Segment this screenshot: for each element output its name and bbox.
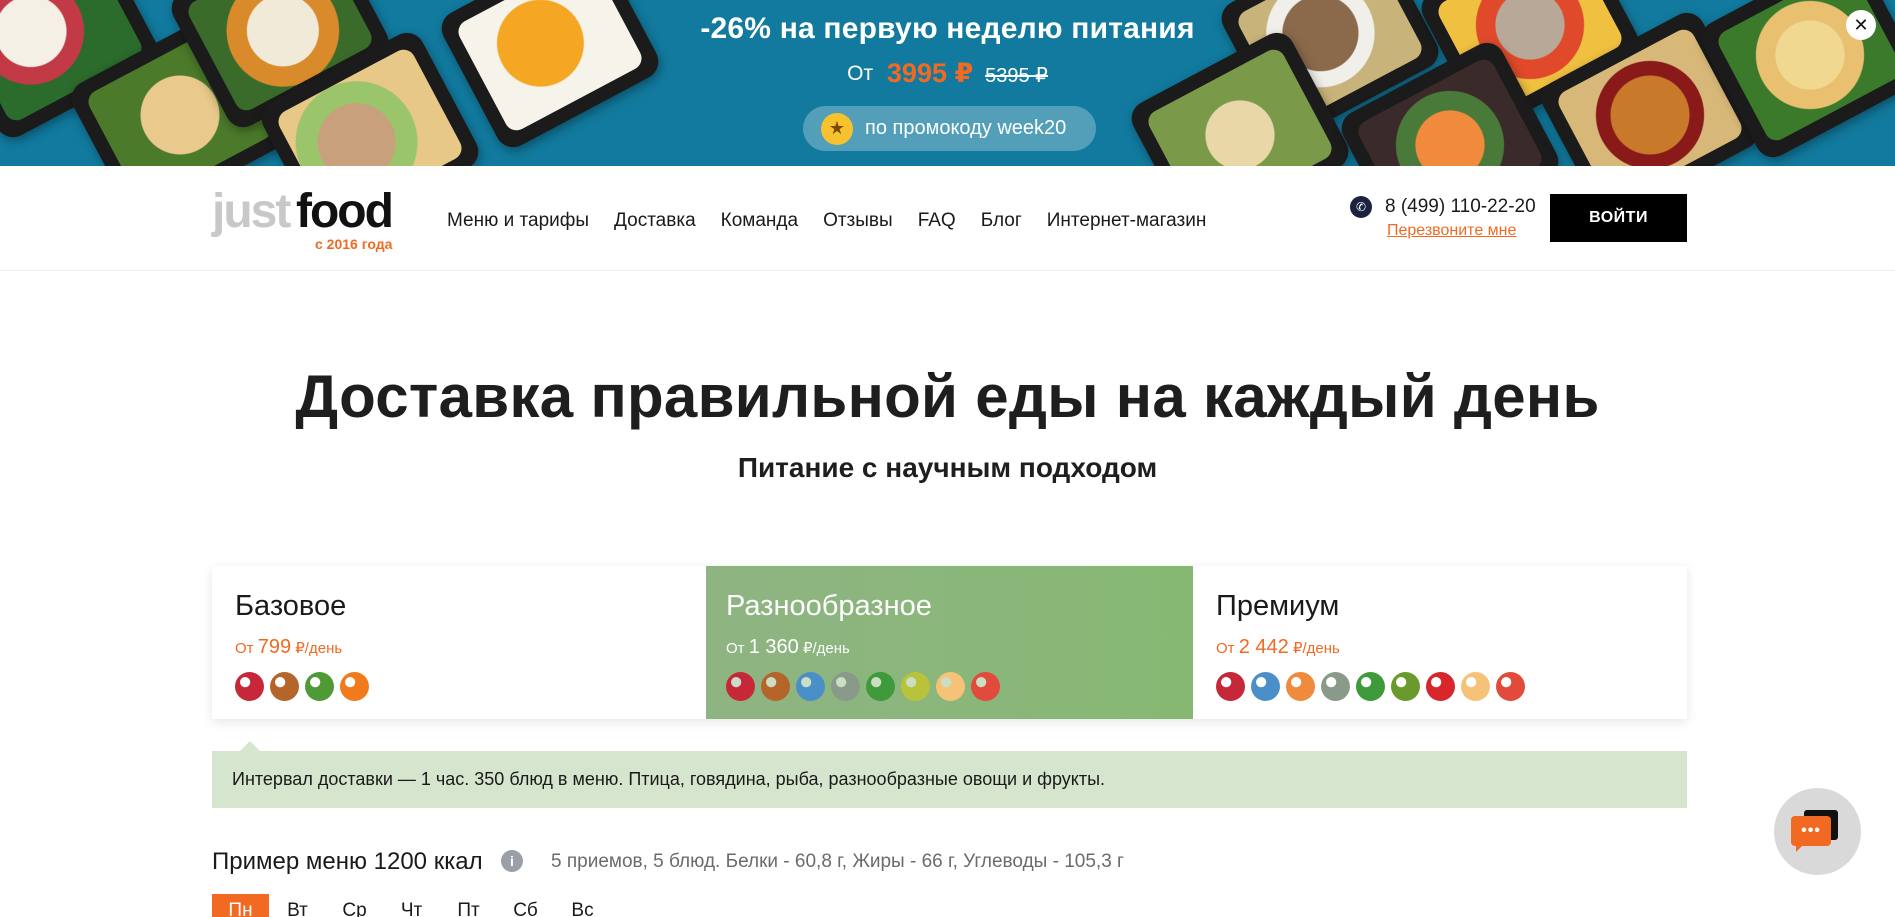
star-eyes-emoji-icon: ★: [821, 112, 853, 145]
justfood-logo[interactable]: just food с 2016 года: [212, 185, 402, 252]
tariff-name: Разнообразное: [726, 590, 932, 622]
tariff-price-prefix: От: [726, 640, 745, 657]
cake-icon: [936, 672, 965, 701]
strawberry-icon: [1426, 672, 1455, 701]
tariff-food-icons: [1216, 672, 1525, 701]
fish-icon: [1251, 672, 1280, 701]
chat-bubble-tail: [1796, 844, 1804, 852]
salad-icon: [866, 672, 895, 701]
banner-price: От 3995 ₽ 5395 ₽: [0, 58, 1895, 89]
tariff-price-amount: 1 360: [748, 636, 799, 658]
pear-icon: [901, 672, 930, 701]
nav-blog[interactable]: Блог: [981, 210, 1022, 232]
tariff-price-amount: 2 442: [1238, 636, 1289, 658]
callback-link[interactable]: Перезвоните мне: [1387, 222, 1516, 240]
chicken-leg-icon: [761, 672, 790, 701]
logo-food: food: [296, 185, 394, 238]
banner-title: -26% на первую неделю питания: [700, 12, 1195, 45]
tariff-price-unit: ₽/день: [1292, 640, 1340, 657]
logo-just: just: [212, 185, 291, 238]
site-header: just food с 2016 года Меню и тарифы Дост…: [0, 166, 1895, 271]
tariff-price: От 1 360 ₽/день: [726, 636, 850, 659]
chat-widget-button[interactable]: •••: [1774, 788, 1861, 875]
close-icon[interactable]: ✕: [1846, 10, 1876, 40]
salad-icon: [1356, 672, 1385, 701]
tariff-price: От 799 ₽/день: [235, 636, 342, 659]
tariff-food-icons: [235, 672, 369, 701]
tariff-pointer-arrow: [240, 741, 260, 751]
login-button[interactable]: ВОЙТИ: [1550, 194, 1687, 242]
fish-icon: [796, 672, 825, 701]
carrot-icon: [340, 672, 369, 701]
soup-icon: [831, 672, 860, 701]
avocado-icon: [1391, 672, 1420, 701]
tariff-name: Базовое: [235, 590, 347, 622]
tab-day-wed[interactable]: Ср: [326, 894, 383, 917]
soup-icon: [1321, 672, 1350, 701]
tariff-food-icons: [726, 672, 1000, 701]
nav-team[interactable]: Команда: [721, 210, 798, 232]
tariff-price-prefix: От: [1216, 640, 1235, 657]
meat-icon: [235, 672, 264, 701]
tariff-card-premium[interactable]: Премиум От 2 442 ₽/день: [1193, 566, 1687, 719]
page-subtitle: Питание с научным подходом: [737, 452, 1158, 483]
shrimp-icon: [1286, 672, 1315, 701]
tariff-price: От 2 442 ₽/день: [1216, 636, 1340, 659]
promo-code-text: по промокоду week20: [865, 117, 1067, 139]
tab-day-sat[interactable]: Сб: [497, 894, 554, 917]
meat-icon: [1216, 672, 1245, 701]
page-title: Доставка правильной еды на каждый день: [295, 363, 1600, 430]
cucumber-icon: [305, 672, 334, 701]
drink-icon: [1496, 672, 1525, 701]
tariff-name: Премиум: [1216, 590, 1340, 622]
tariff-price-unit: ₽/день: [802, 640, 850, 657]
tab-day-tue[interactable]: Вт: [269, 894, 326, 917]
phone-number[interactable]: 8 (499) 110-22-20: [1385, 196, 1536, 218]
sample-menu-meta: 5 приемов, 5 блюд. Белки - 60,8 г, Жиры …: [551, 851, 1124, 872]
nav-shop[interactable]: Интернет-магазин: [1047, 210, 1207, 232]
logo-since: с 2016 года: [315, 236, 393, 252]
banner-price-old: 5395 ₽: [985, 65, 1048, 87]
main-nav: Меню и тарифы Доставка Команда Отзывы FA…: [447, 210, 1231, 232]
info-icon[interactable]: i: [501, 850, 523, 872]
tab-day-fri[interactable]: Пт: [440, 894, 497, 917]
chicken-leg-icon: [270, 672, 299, 701]
meat-icon: [726, 672, 755, 701]
tariff-price-unit: ₽/день: [295, 640, 343, 657]
phone-icon: ✆: [1350, 196, 1372, 218]
nav-delivery[interactable]: Доставка: [614, 210, 696, 232]
tab-day-thu[interactable]: Чт: [383, 894, 440, 917]
tariff-card-basic[interactable]: Базовое От 799 ₽/день: [212, 566, 706, 719]
sample-menu-title: Пример меню 1200 ккал: [212, 848, 483, 875]
nav-faq[interactable]: FAQ: [918, 210, 956, 232]
tariff-info-bar: Интервал доставки — 1 час. 350 блюд в ме…: [212, 751, 1687, 808]
promo-banner[interactable]: -26% на первую неделю питания От 3995 ₽ …: [0, 0, 1895, 166]
tariff-selector: Базовое От 799 ₽/день Разнообразное От 1…: [212, 566, 1687, 719]
day-tabs: Пн Вт Ср Чт Пт Сб Вс: [212, 894, 611, 917]
nav-reviews[interactable]: Отзывы: [823, 210, 893, 232]
banner-price-prefix: От: [847, 62, 874, 85]
tab-day-sun[interactable]: Вс: [554, 894, 611, 917]
tariff-price-amount: 799: [257, 636, 292, 658]
tariff-card-varied[interactable]: Разнообразное От 1 360 ₽/день: [706, 566, 1193, 719]
tab-day-mon[interactable]: Пн: [212, 894, 269, 917]
banner-price-new: 3995 ₽: [886, 58, 974, 88]
promo-code-pill[interactable]: ★ по промокоду week20: [803, 106, 1096, 151]
chat-bubble-icon: •••: [1791, 816, 1831, 846]
tariff-price-prefix: От: [235, 640, 254, 657]
nav-menu-tariffs[interactable]: Меню и тарифы: [447, 210, 589, 232]
drink-icon: [971, 672, 1000, 701]
cake-icon: [1461, 672, 1490, 701]
